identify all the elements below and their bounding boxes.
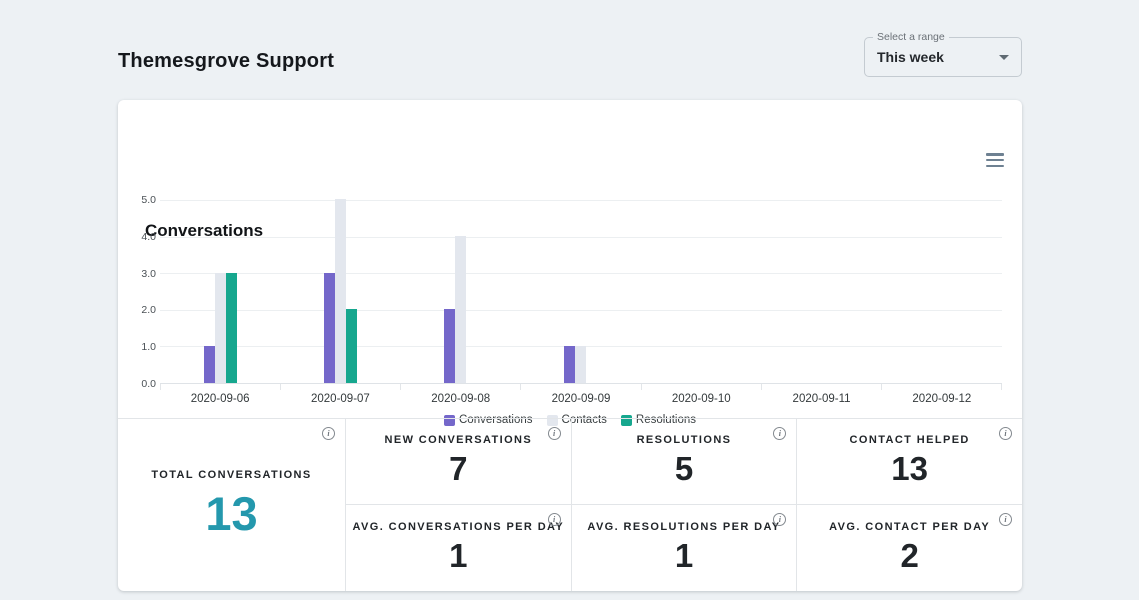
page-header: Themesgrove Support Select a range This … (118, 0, 1022, 100)
x-tick-label: 2020-09-07 (311, 393, 370, 405)
hamburger-icon[interactable] (986, 153, 1004, 167)
info-icon[interactable]: i (547, 513, 561, 526)
bar-conversations (203, 346, 215, 383)
stat-label: CONTACT HELPED (849, 433, 970, 446)
stat-cell: i AVG. RESOLUTIONS PER DAY 1 (570, 505, 797, 591)
range-select-label: Select a range (873, 31, 949, 44)
x-tick-label: 2020-09-08 (431, 393, 491, 405)
stat-value: 13 (205, 486, 258, 540)
stat-total-conversations: i TOTAL CONVERSATIONS 13 (118, 419, 345, 591)
stat-label: NEW CONVERSATIONS (384, 433, 533, 446)
stat-value: 1 (674, 536, 694, 574)
stat-cell: i NEW CONVERSATIONS 7 (345, 419, 571, 505)
stat-cell: i AVG. CONVERSATIONS PER DAY 1 (345, 505, 571, 591)
stat-value: 13 (891, 449, 929, 487)
conversations-card: Conversations 5.0 4.0 3.0 2.0 1.0 0.0 2020-09… (118, 100, 1022, 591)
info-icon[interactable]: i (773, 513, 787, 526)
bar-contacts (575, 346, 587, 383)
bar-group (521, 200, 641, 383)
stat-value: 1 (449, 536, 468, 574)
bar-contacts (214, 272, 226, 383)
page-title: Themesgrove Support (118, 50, 335, 72)
bar-group (761, 200, 881, 383)
x-tick-label: 2020-09-10 (671, 393, 731, 405)
bar-contacts (455, 235, 467, 383)
bar-conversations (564, 346, 576, 383)
range-select[interactable]: Select a range This week (864, 31, 1022, 77)
y-tick-label: 2.0 (141, 304, 156, 317)
stat-value: 5 (674, 449, 694, 487)
bar-group (280, 199, 400, 383)
stat-label: AVG. CONTACT PER DAY (829, 520, 991, 533)
stat-grid: i NEW CONVERSATIONS 7 i RESOLUTIONS 5 i … (345, 419, 1022, 591)
info-icon[interactable]: i (999, 513, 1012, 526)
bar-group (401, 200, 521, 383)
info-icon[interactable]: i (547, 427, 561, 440)
x-tick-label: 2020-09-06 (190, 393, 250, 405)
x-axis-labels: 2020-09-06 2020-09-07 2020-09-08 2020-09-09… (160, 393, 1002, 405)
bar-conversations (444, 309, 456, 383)
info-icon[interactable]: i (999, 427, 1012, 440)
stat-value: 2 (900, 536, 919, 574)
y-tick-label: 3.0 (141, 267, 156, 280)
y-tick-label: 4.0 (141, 230, 156, 243)
stat-label: AVG. RESOLUTIONS PER DAY (587, 520, 781, 533)
bar-contacts (334, 199, 346, 383)
x-axis-ticks (160, 384, 1002, 390)
chevron-down-icon (999, 55, 1009, 60)
x-tick-label: 2020-09-12 (912, 393, 972, 405)
x-tick-label: 2020-09-11 (792, 393, 851, 405)
chart: 5.0 4.0 3.0 2.0 1.0 0.0 2020-09-06 2020-09-07 2… (118, 153, 1022, 426)
stat-label: AVG. CONVERSATIONS PER DAY (352, 520, 565, 533)
stats-section: i TOTAL CONVERSATIONS 13 i NEW CONVERSAT… (118, 418, 1022, 591)
y-tick-label: 5.0 (141, 194, 156, 206)
bar-conversations (323, 272, 335, 383)
x-tick-label: 2020-09-09 (551, 393, 611, 405)
stat-cell: i CONTACT HELPED 13 (796, 419, 1022, 505)
stat-value: 7 (449, 449, 468, 487)
bar-group (641, 200, 761, 383)
y-tick-label: 0.0 (141, 378, 156, 390)
bar-group (160, 200, 280, 383)
y-axis: 5.0 4.0 3.0 2.0 1.0 0.0 (126, 194, 160, 390)
stat-label: TOTAL CONVERSATIONS (151, 468, 312, 481)
plot-area (160, 199, 1002, 384)
info-icon[interactable]: i (322, 427, 335, 440)
y-tick-label: 1.0 (141, 341, 156, 354)
bar-resolutions (225, 272, 237, 383)
bar-group (882, 200, 1002, 383)
stat-label: RESOLUTIONS (636, 433, 732, 446)
stat-cell: i AVG. CONTACT PER DAY 2 (796, 505, 1022, 591)
stat-cell: i RESOLUTIONS 5 (570, 419, 797, 505)
bar-resolutions (345, 309, 357, 383)
range-select-value: This week (877, 49, 944, 65)
info-icon[interactable]: i (773, 427, 787, 440)
